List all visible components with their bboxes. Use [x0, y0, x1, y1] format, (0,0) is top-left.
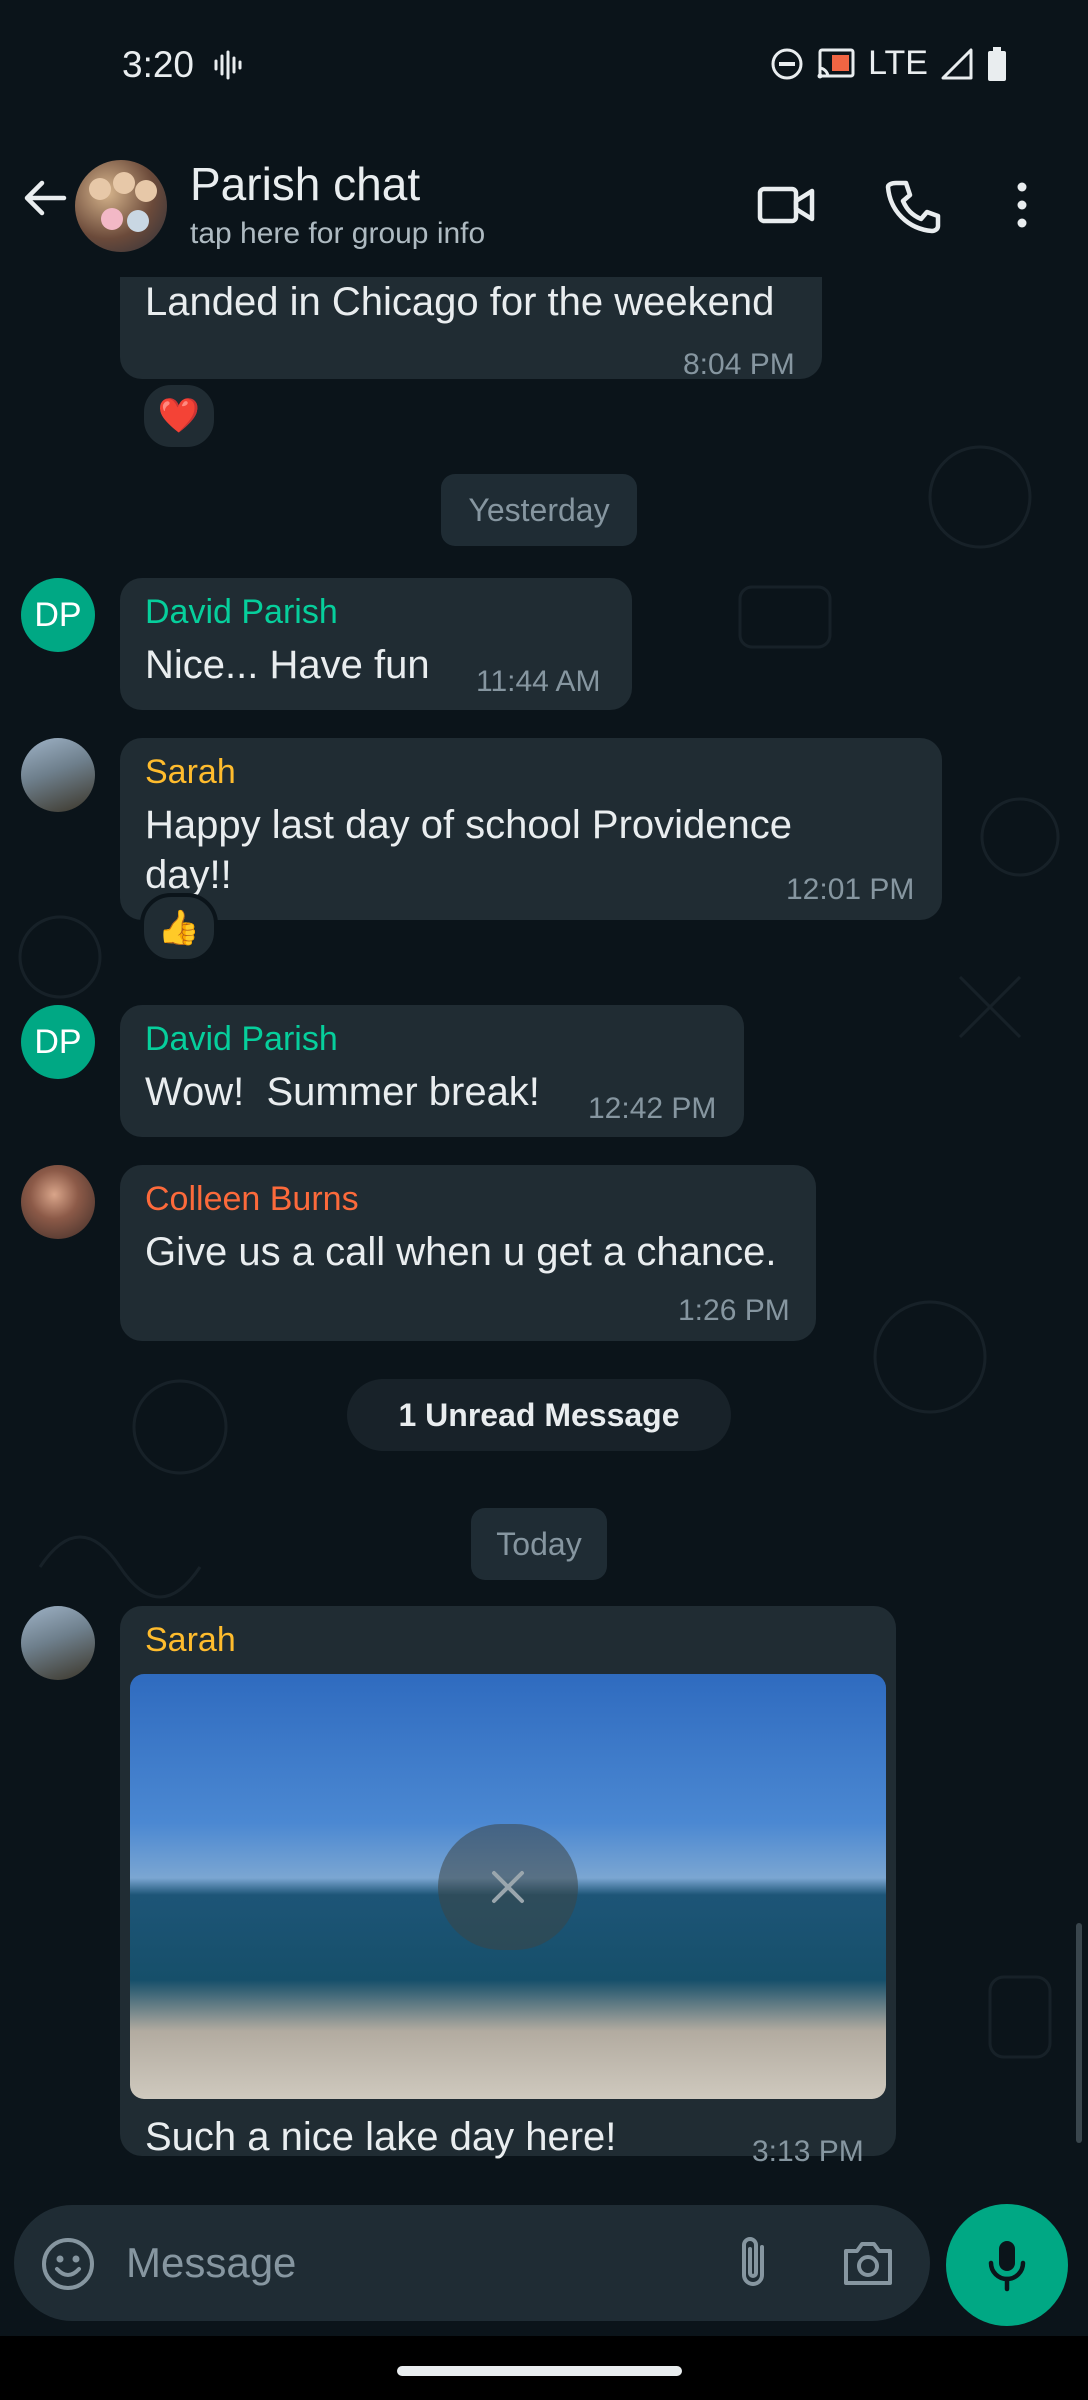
network-type: LTE — [868, 44, 928, 82]
phone-icon[interactable] — [882, 175, 942, 235]
status-bar: 3:20 LTE — [0, 0, 1088, 135]
message-time: 11:44 AM — [476, 665, 601, 698]
paperclip-icon[interactable] — [728, 2233, 778, 2293]
avatar[interactable]: DP — [21, 1005, 95, 1079]
more-vertical-icon[interactable] — [1010, 175, 1070, 235]
microphone-icon — [988, 2241, 1026, 2292]
message-input-bar[interactable]: Message — [14, 2205, 930, 2321]
close-icon — [492, 1871, 524, 1903]
message-time: 1:26 PM — [678, 1294, 790, 1327]
avatar[interactable] — [21, 1606, 95, 1680]
camera-icon[interactable] — [840, 2235, 896, 2291]
chat-area[interactable]: Landed in Chicago for the weekend 8:04 P… — [0, 277, 1088, 2205]
sender-name[interactable]: David Parish — [145, 1020, 338, 1059]
group-avatar[interactable] — [75, 160, 167, 252]
avatar[interactable]: DP — [21, 578, 95, 652]
signal-icon — [941, 48, 973, 79]
arrow-left-icon[interactable] — [20, 173, 70, 223]
message-text: Happy last day of school Providence day!… — [145, 803, 793, 897]
message-text: Landed in Chicago for the weekend — [145, 280, 775, 324]
status-icons: LTE — [770, 44, 1008, 83]
message-time: 12:01 PM — [786, 873, 915, 906]
unread-divider: 1 Unread Message — [347, 1379, 731, 1451]
message-time: 8:04 PM — [683, 348, 795, 381]
avatar[interactable] — [21, 738, 95, 812]
emoji-icon[interactable] — [40, 2236, 96, 2292]
sender-name[interactable]: Sarah — [145, 1621, 236, 1660]
status-time: 3:20 — [122, 44, 195, 85]
message-text: Give us a call when u get a chance. — [145, 1230, 777, 1274]
message-text: Such a nice lake day here! — [145, 2115, 617, 2159]
chat-header[interactable]: Parish chat tap here for group info — [0, 135, 1088, 278]
reaction-heart[interactable]: ❤️ — [140, 381, 218, 451]
message-text: Wow! Summer break! — [145, 1070, 540, 1114]
scrollbar[interactable] — [1076, 1923, 1082, 2143]
chat-title[interactable]: Parish chat — [190, 157, 420, 211]
message-text: Nice... Have fun — [145, 643, 430, 687]
date-divider-today: Today — [471, 1508, 607, 1580]
avatar[interactable] — [21, 1165, 95, 1239]
message-input[interactable]: Message — [126, 2239, 296, 2287]
voice-message-button[interactable] — [946, 2204, 1068, 2326]
sender-name[interactable]: Colleen Burns — [145, 1180, 359, 1219]
home-indicator[interactable] — [397, 2366, 682, 2376]
cast-icon — [817, 48, 855, 78]
sender-name[interactable]: Sarah — [145, 753, 236, 792]
cancel-download-button[interactable] — [438, 1824, 578, 1950]
sender-name[interactable]: David Parish — [145, 593, 338, 632]
do-not-disturb-icon — [771, 48, 803, 79]
reaction-thumbs-up[interactable]: 👍 — [140, 893, 218, 963]
message-time: 3:13 PM — [752, 2135, 864, 2168]
video-camera-icon[interactable] — [756, 175, 816, 235]
vibrate-icon — [214, 50, 242, 80]
battery-icon — [988, 46, 1006, 81]
message-time: 12:42 PM — [588, 1092, 717, 1125]
chat-subtitle[interactable]: tap here for group info — [190, 217, 485, 251]
date-divider-yesterday: Yesterday — [441, 474, 637, 546]
